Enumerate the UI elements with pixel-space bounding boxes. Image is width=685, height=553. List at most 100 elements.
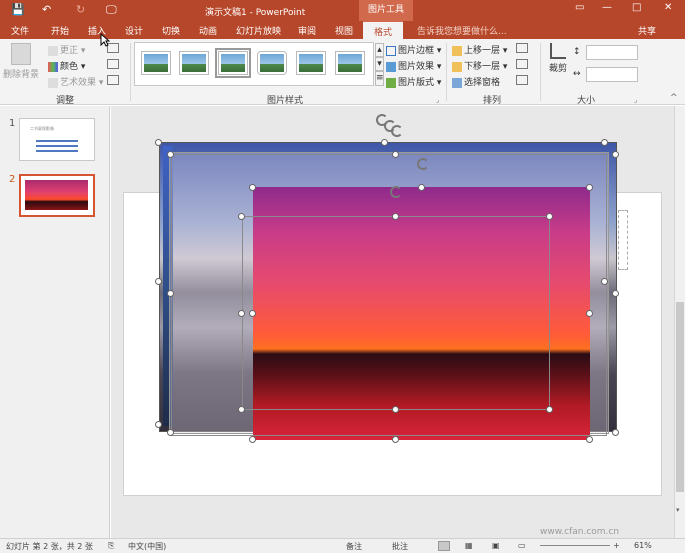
scroll-down-icon[interactable]: ▾: [676, 506, 680, 514]
resize-handle[interactable]: [392, 151, 399, 158]
thumb-line: [36, 145, 78, 147]
color-button[interactable]: 颜色 ▾: [48, 59, 85, 72]
tab-view[interactable]: 视图: [335, 24, 353, 37]
height-spinner[interactable]: [586, 45, 638, 60]
ribbon: 删除背景 更正 ▾ 颜色 ▾ 艺术效果 ▾ 调整 ▴ ▾ ≡ 图片样式 ⌟ 图片…: [0, 39, 685, 106]
artistic-effects-button[interactable]: 艺术效果 ▾: [48, 75, 103, 88]
rotation-handle-icon[interactable]: [391, 125, 403, 137]
resize-handle[interactable]: [249, 184, 256, 191]
picture-effects-button[interactable]: 图片效果 ▾: [386, 59, 441, 72]
tab-animations[interactable]: 动画: [199, 24, 217, 37]
remove-background-button[interactable]: 删除背景: [3, 43, 39, 80]
slideshow-view-icon[interactable]: ▭: [518, 541, 526, 550]
rotation-handle-icon[interactable]: [390, 186, 402, 198]
bring-forward-button[interactable]: 上移一层 ▾: [452, 43, 507, 56]
comments-button[interactable]: 批注: [392, 541, 408, 552]
style-thumb[interactable]: [296, 51, 326, 75]
tab-slideshow[interactable]: 幻灯片放映: [236, 24, 281, 37]
resize-handle[interactable]: [249, 436, 256, 443]
resize-handle[interactable]: [167, 151, 174, 158]
resize-handle[interactable]: [155, 278, 162, 285]
tab-home[interactable]: 开始: [51, 24, 69, 37]
gallery-scroll-up[interactable]: ▴: [375, 43, 384, 57]
resize-handle[interactable]: [546, 406, 553, 413]
resize-handle[interactable]: [249, 310, 256, 317]
zoom-in-icon[interactable]: +: [613, 541, 620, 550]
dialog-launcher-icon[interactable]: ⌟: [436, 96, 439, 104]
resize-handle[interactable]: [601, 139, 608, 146]
resize-handle[interactable]: [392, 436, 399, 443]
rotate-icon[interactable]: [516, 75, 528, 85]
resize-handle[interactable]: [392, 406, 399, 413]
picture-border-button[interactable]: 图片边框 ▾: [386, 43, 441, 56]
resize-handle[interactable]: [392, 213, 399, 220]
save-icon[interactable]: 💾: [11, 3, 25, 17]
zoom-level[interactable]: 61%: [634, 541, 652, 550]
slide-sorter-icon[interactable]: ▦: [465, 541, 473, 550]
resize-handle[interactable]: [586, 184, 593, 191]
share-button[interactable]: 共享: [638, 24, 656, 37]
resize-handle[interactable]: [167, 429, 174, 436]
notes-button[interactable]: 备注: [346, 541, 362, 552]
spellcheck-icon[interactable]: ⎘: [108, 541, 114, 551]
crop-button[interactable]: 裁剪: [546, 43, 570, 74]
style-thumb[interactable]: [335, 51, 365, 75]
tab-file[interactable]: 文件: [11, 24, 29, 37]
collapse-ribbon-icon[interactable]: ^: [670, 93, 678, 103]
align-icon[interactable]: [516, 43, 528, 53]
normal-view-icon[interactable]: [438, 541, 450, 551]
rotation-handle-icon[interactable]: [417, 158, 429, 170]
resize-handle[interactable]: [612, 151, 619, 158]
tell-me-search[interactable]: 告诉我您想要做什么...: [417, 24, 507, 37]
restore-icon[interactable]: ▭: [575, 2, 584, 13]
resize-handle[interactable]: [546, 213, 553, 220]
style-thumb[interactable]: [257, 51, 287, 75]
zoom-slider[interactable]: [540, 545, 610, 546]
slide-thumbnail[interactable]: 二节屏保影像: [19, 118, 95, 161]
picture-layout-button[interactable]: 图片版式 ▾: [386, 75, 441, 88]
dialog-launcher-icon[interactable]: ⌟: [634, 96, 637, 104]
change-picture-icon[interactable]: [107, 59, 119, 69]
resize-handle[interactable]: [155, 139, 162, 146]
redo-icon[interactable]: ↻: [76, 3, 85, 17]
resize-handle[interactable]: [612, 290, 619, 297]
tab-format[interactable]: 格式: [363, 21, 404, 39]
reset-picture-icon[interactable]: [107, 75, 119, 85]
tab-review[interactable]: 审阅: [298, 24, 316, 37]
language-indicator[interactable]: 中文(中国): [128, 541, 166, 552]
style-thumb[interactable]: [141, 51, 171, 75]
gallery-scroll-down[interactable]: ▾: [375, 57, 384, 71]
vertical-scrollbar[interactable]: ▾: [674, 106, 685, 538]
gallery-more[interactable]: ≡: [375, 71, 384, 86]
resize-handle[interactable]: [381, 139, 388, 146]
resize-handle[interactable]: [586, 310, 593, 317]
reading-view-icon[interactable]: ▣: [492, 541, 500, 550]
corrections-button[interactable]: 更正 ▾: [48, 43, 85, 56]
close-icon[interactable]: ✕: [664, 2, 672, 13]
minimize-icon[interactable]: —: [602, 2, 612, 13]
slide-number: 1: [9, 118, 16, 129]
present-icon[interactable]: 🖵: [106, 3, 117, 17]
send-backward-button[interactable]: 下移一层 ▾: [452, 59, 507, 72]
thumb-line: [36, 140, 78, 142]
slide-thumbnail[interactable]: [19, 174, 95, 217]
scrollbar-thumb[interactable]: [676, 302, 684, 492]
resize-handle[interactable]: [612, 429, 619, 436]
resize-handle[interactable]: [418, 184, 425, 191]
resize-handle[interactable]: [601, 278, 608, 285]
resize-handle[interactable]: [238, 213, 245, 220]
style-thumb[interactable]: [215, 48, 251, 78]
tab-design[interactable]: 设计: [125, 24, 143, 37]
selection-pane-button[interactable]: 选择窗格: [452, 75, 500, 88]
tab-transitions[interactable]: 切换: [162, 24, 180, 37]
resize-handle[interactable]: [155, 421, 162, 428]
maximize-icon[interactable]: □: [632, 2, 641, 13]
width-spinner[interactable]: [586, 67, 638, 82]
resize-handle[interactable]: [586, 436, 593, 443]
resize-handle[interactable]: [167, 290, 174, 297]
undo-icon[interactable]: ↶: [42, 3, 51, 17]
style-thumb[interactable]: [179, 51, 209, 75]
group-icon[interactable]: [516, 59, 528, 69]
resize-handle[interactable]: [238, 406, 245, 413]
resize-handle[interactable]: [238, 310, 245, 317]
